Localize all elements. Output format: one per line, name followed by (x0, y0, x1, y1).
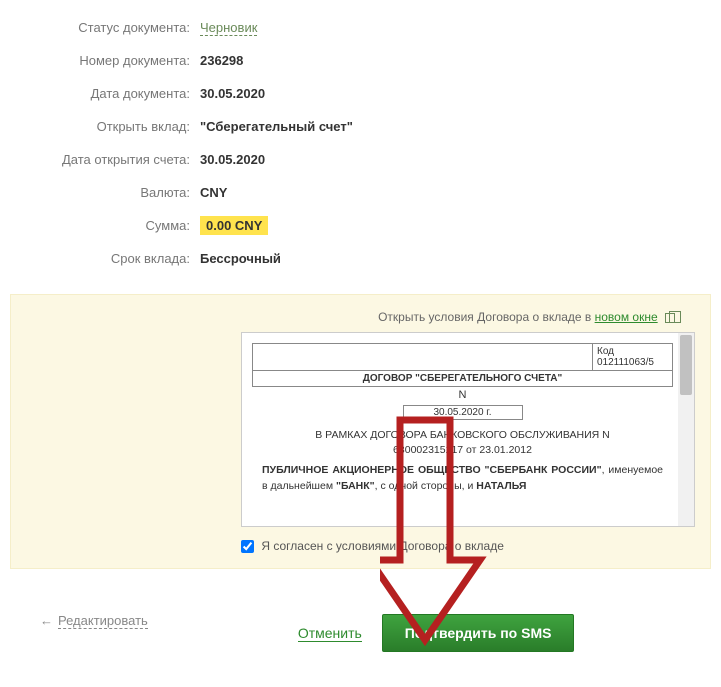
value-term: Бессрочный (200, 251, 281, 266)
value-currency: CNY (200, 185, 227, 200)
label-date: Дата документа: (40, 86, 200, 101)
label-deposit: Открыть вклад: (40, 119, 200, 134)
row-open-date: Дата открытия счета: 30.05.2020 (40, 152, 681, 167)
contract-panel: Открыть условия Договора о вкладе в ново… (10, 294, 711, 569)
row-status: Статус документа: Черновик (40, 20, 681, 35)
agree-label: Я согласен с условиями Договора о вкладе (261, 539, 504, 553)
contract-body-line2: 630002315217 от 23.01.2012 (393, 444, 532, 456)
contract-n-label: N (252, 387, 673, 403)
party-bank: "БАНК" (336, 480, 375, 492)
row-deposit: Открыть вклад: "Сберегательный счет" (40, 119, 681, 134)
form-section: Статус документа: Черновик Номер докумен… (0, 0, 721, 294)
edit-link[interactable]: Редактировать (58, 613, 148, 629)
code-value: 012111063/5 (597, 357, 654, 368)
contract-document-box: Код 012111063/5 ДОГОВОР "СБЕРЕГАТЕЛЬНОГО… (241, 332, 695, 527)
label-number: Номер документа: (40, 53, 200, 68)
new-window-link[interactable]: новом окне (595, 310, 658, 324)
party-name: НАТАЛЬЯ (476, 480, 526, 492)
agree-row: Я согласен с условиями Договора о вкладе (241, 539, 695, 553)
row-currency: Валюта: CNY (40, 185, 681, 200)
footer: ← Редактировать Отменить Подтвердить по … (0, 569, 721, 682)
cancel-link[interactable]: Отменить (298, 625, 362, 642)
value-number: 236298 (200, 53, 243, 68)
label-amount: Сумма: (40, 218, 200, 233)
row-term: Срок вклада: Бессрочный (40, 251, 681, 266)
party-org: ПУБЛИЧНОЕ АКЦИОНЕРНОЕ ОБЩЕСТВО "СБЕРБАНК… (262, 464, 602, 476)
contract-content: Код 012111063/5 ДОГОВОР "СБЕРЕГАТЕЛЬНОГО… (252, 343, 691, 495)
contract-body-line1: В РАМКАХ ДОГОВОРА БАНКОВСКОГО ОБСЛУЖИВАН… (315, 429, 609, 441)
edit-link-wrap: ← Редактировать (40, 613, 148, 629)
agree-checkbox[interactable] (241, 540, 254, 553)
actions: Отменить Подтвердить по SMS (298, 614, 575, 652)
confirm-sms-button[interactable]: Подтвердить по SMS (382, 614, 575, 652)
arrow-left-icon: ← (40, 613, 53, 628)
scroll-thumb[interactable] (680, 335, 692, 395)
row-number: Номер документа: 236298 (40, 53, 681, 68)
row-date: Дата документа: 30.05.2020 (40, 86, 681, 101)
label-currency: Валюта: (40, 185, 200, 200)
new-window-icon[interactable] (665, 313, 675, 323)
contract-header-table: Код 012111063/5 ДОГОВОР "СБЕРЕГАТЕЛЬНОГО… (252, 343, 673, 387)
contract-body: В РАМКАХ ДОГОВОРА БАНКОВСКОГО ОБСЛУЖИВАН… (252, 422, 673, 459)
label-status: Статус документа: (40, 20, 200, 35)
value-date: 30.05.2020 (200, 86, 265, 101)
contract-open-header: Открыть условия Договора о вкладе в ново… (26, 310, 695, 324)
label-open-date: Дата открытия счета: (40, 152, 200, 167)
contract-title: ДОГОВОР "СБЕРЕГАТЕЛЬНОГО СЧЕТА" (253, 371, 673, 387)
contract-date-box: 30.05.2020 г. (403, 405, 523, 420)
open-conditions-text: Открыть условия Договора о вкладе в (378, 310, 595, 324)
scrollbar[interactable] (678, 333, 694, 526)
value-open-date: 30.05.2020 (200, 152, 265, 167)
row-amount: Сумма: 0.00 CNY (40, 218, 681, 233)
value-amount: 0.00 CNY (200, 216, 268, 235)
label-term: Срок вклада: (40, 251, 200, 266)
contract-party: ПУБЛИЧНОЕ АКЦИОНЕРНОЕ ОБЩЕСТВО "СБЕРБАНК… (252, 459, 673, 495)
status-value-link[interactable]: Черновик (200, 20, 257, 36)
value-deposit: "Сберегательный счет" (200, 119, 353, 134)
code-label: Код (597, 346, 614, 357)
code-cell: Код 012111063/5 (593, 344, 673, 371)
party-t3: , с одной стороны, и (375, 480, 477, 492)
